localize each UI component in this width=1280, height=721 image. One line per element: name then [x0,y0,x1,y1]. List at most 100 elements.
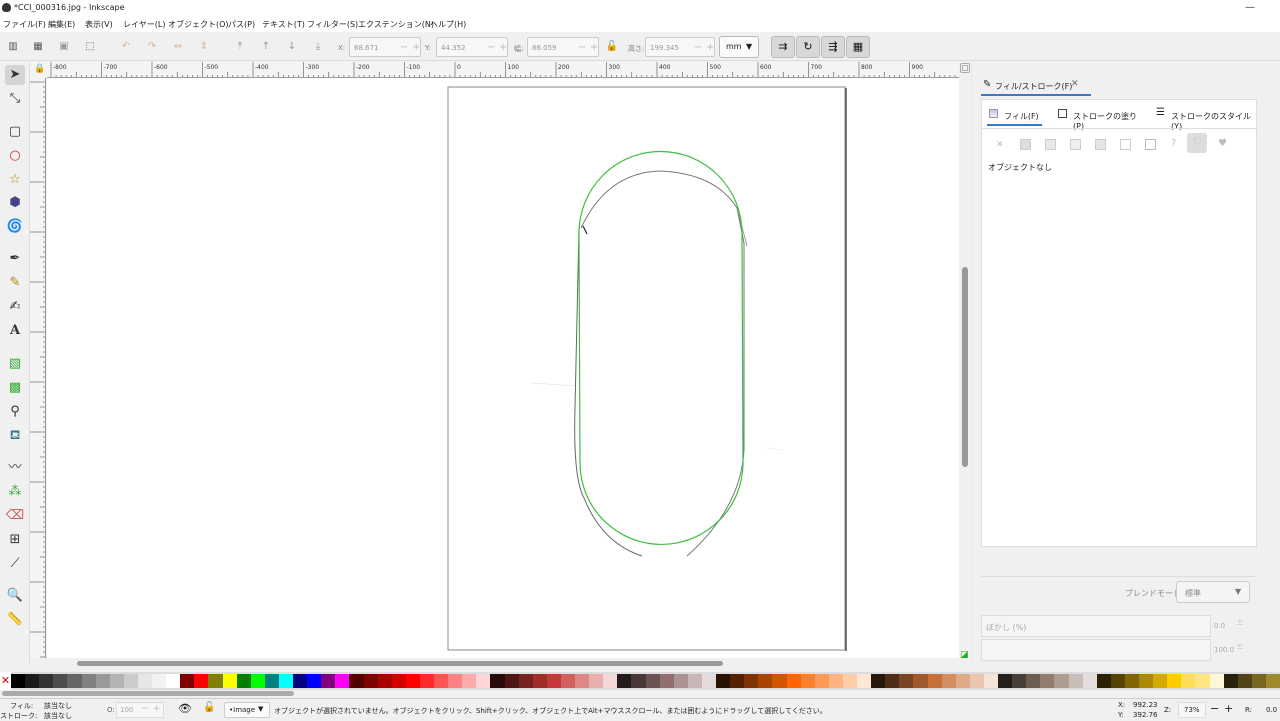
measure-tool-icon[interactable]: 📏 [5,610,25,630]
color-swatch[interactable] [546,674,562,688]
node-tool-icon[interactable]: ⤡ [5,89,25,109]
color-swatch[interactable] [1153,674,1168,688]
color-swatch[interactable] [786,674,802,688]
color-swatch[interactable] [504,674,520,688]
fill-rule-nonzero-icon[interactable]: ♥ [1218,138,1227,149]
color-swatch[interactable] [560,674,576,688]
paint-bucket-tool-icon[interactable]: ⛾ [5,426,25,446]
no-paint-icon[interactable]: ✕ [996,140,1004,150]
color-swatch[interactable] [744,674,759,688]
calligraphy-tool-icon[interactable]: ✍ [5,297,25,317]
mesh-gradient-icon[interactable] [1095,139,1106,150]
color-swatch[interactable] [687,674,703,688]
swatch-icon[interactable] [1145,139,1156,150]
color-swatch[interactable] [518,674,534,688]
palette-scrollbar[interactable] [0,690,1280,698]
vertical-scroll-thumb[interactable] [962,267,968,467]
color-swatch[interactable] [969,674,985,688]
horizontal-scroll-thumb[interactable] [77,661,723,666]
color-swatch[interactable] [730,674,745,688]
dropper-tool-icon[interactable]: ⚲ [5,402,25,422]
menu-object[interactable]: オブジェクト(O) [168,19,229,30]
menu-view[interactable]: 表示(V) [85,19,113,30]
x-field[interactable]: X: 68.671 − + [338,37,421,57]
color-swatch[interactable] [434,674,449,688]
palette-scroll-thumb[interactable] [2,691,294,696]
color-swatch[interactable] [391,674,407,688]
color-swatch[interactable] [814,674,830,688]
subtab-stroke-style[interactable]: ☰ ストロークのスタイル(Y) [1154,104,1254,131]
no-color-icon[interactable]: ✕ [0,672,11,690]
menu-file[interactable]: ファイル(F) [3,19,46,30]
scale-stroke-button[interactable]: ⇉ [771,36,795,58]
star-tool-icon[interactable]: ☆ [5,170,25,190]
y-increment[interactable]: + [499,42,507,53]
color-swatch[interactable] [109,674,125,688]
blur-slider[interactable]: ぼかし (%) [981,615,1211,637]
opacity-field[interactable]: 100 − + [116,702,164,718]
color-swatch[interactable] [208,674,223,688]
menu-help[interactable]: ヘルプ(H) [430,19,466,30]
canvas[interactable] [47,78,959,658]
y-decrement[interactable]: − [487,42,495,53]
zoom-field[interactable]: 73% [1178,702,1206,718]
flip-vertical-icon[interactable]: ⇕ [196,39,212,55]
color-swatch[interactable] [81,674,97,688]
color-swatch[interactable] [166,674,181,688]
color-swatch[interactable] [1096,674,1112,688]
color-swatch[interactable] [1265,674,1280,688]
color-swatch[interactable] [871,674,886,688]
color-swatch[interactable] [716,674,731,688]
connector-tool-icon[interactable]: ⊞ [5,530,25,550]
layer-lock-icon[interactable]: 🔓 [203,702,215,713]
color-swatch[interactable] [405,674,421,688]
color-swatch[interactable] [448,674,463,688]
color-swatch[interactable] [1082,674,1098,688]
move-gradients-button[interactable]: ⇶ [821,36,845,58]
color-swatch[interactable] [927,674,943,688]
subtab-fill[interactable]: フィル(F) [987,104,1042,126]
color-swatch[interactable] [1124,674,1140,688]
color-swatch[interactable] [1110,674,1126,688]
color-swatch[interactable] [899,674,914,688]
color-swatch[interactable] [67,674,82,688]
color-swatch[interactable] [575,674,590,688]
color-swatch[interactable] [941,674,957,688]
color-swatch[interactable] [1012,674,1027,688]
color-swatch[interactable] [913,674,928,688]
color-swatch[interactable] [842,674,858,688]
color-swatch[interactable] [645,674,661,688]
color-swatch[interactable] [462,674,477,688]
color-swatch[interactable] [758,674,773,688]
color-swatch[interactable] [885,674,900,688]
menu-text[interactable]: テキスト(T) [262,19,305,30]
scale-corners-button[interactable]: ↻ [796,36,820,58]
color-swatch[interactable] [772,674,787,688]
color-swatch[interactable] [1026,674,1041,688]
color-swatch[interactable] [222,674,238,688]
color-swatch[interactable] [293,674,308,688]
drawing[interactable] [47,78,959,658]
color-swatch[interactable] [1223,674,1239,688]
color-swatch[interactable] [11,674,26,688]
color-swatch[interactable] [857,674,872,688]
color-swatch[interactable] [631,674,646,688]
height-increment[interactable]: + [706,42,714,53]
horizontal-ruler[interactable]: -800 -700 -600 -500 -400 -300 -200 -100 0 100 200 3… [47,62,959,78]
color-swatch[interactable] [1251,674,1267,688]
menu-filters[interactable]: フィルター(S) [307,19,358,30]
menu-path[interactable]: パス(P) [228,19,255,30]
lock-ratio-icon[interactable]: 🔓 [604,39,620,55]
selector-tool-icon[interactable]: ➤ [5,65,25,85]
y-field[interactable]: Y: 44.352 − + [425,37,508,57]
color-swatch[interactable] [1040,674,1055,688]
blend-mode-select[interactable]: 標準 ▼ [1176,581,1250,603]
color-manage-icon[interactable]: ◪ [960,650,970,660]
lower-icon[interactable]: ↓ [284,39,300,55]
horizontal-scrollbar[interactable] [47,658,959,670]
color-swatch[interactable] [123,674,139,688]
opacity-decrement[interactable]: − [141,704,149,714]
flip-horizontal-icon[interactable]: ⇔ [170,39,186,55]
color-swatch[interactable] [335,674,350,688]
blur-stepper-icon[interactable]: ± [1236,618,1244,628]
